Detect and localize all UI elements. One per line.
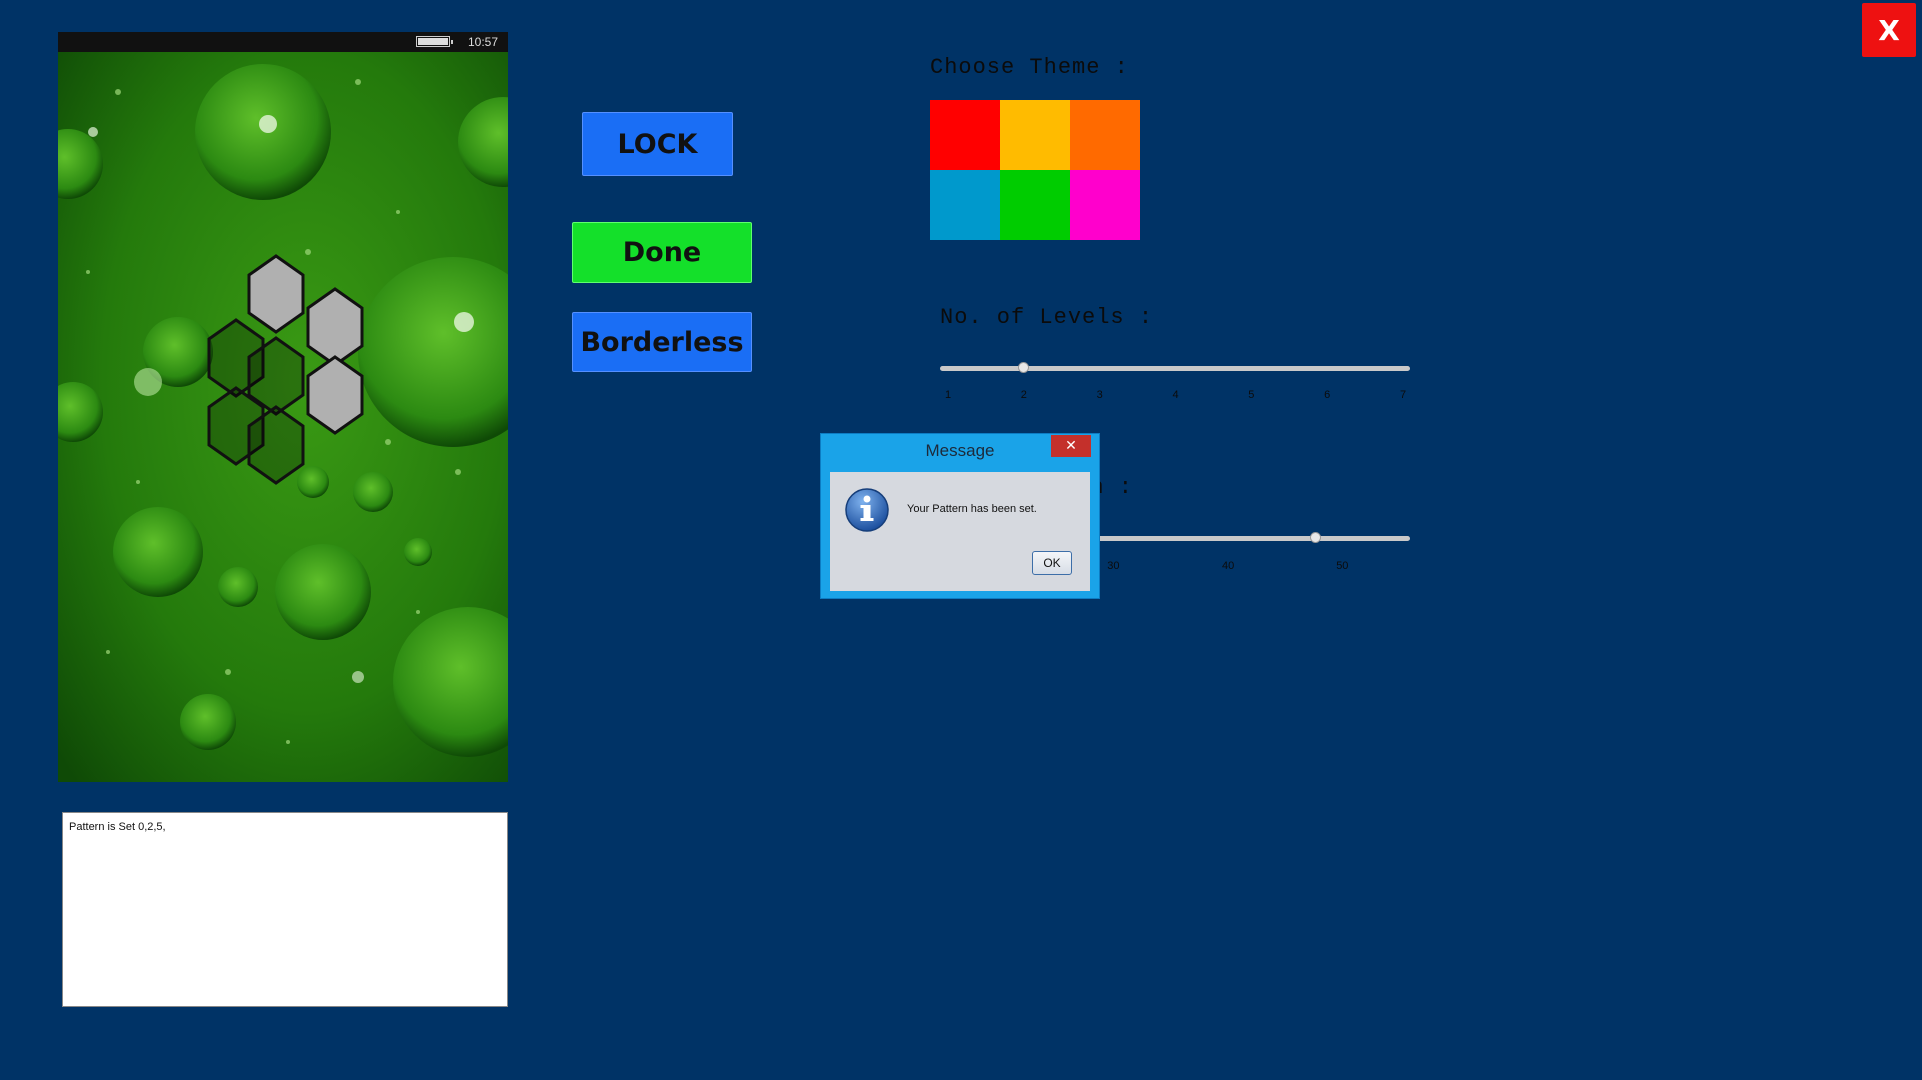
levels-slider-thumb[interactable]: [1017, 362, 1029, 373]
dialog-message: Your Pattern has been set.: [907, 503, 1037, 515]
levels-tick: 3: [1096, 389, 1103, 401]
theme-swatches: [930, 100, 1140, 240]
length-tick: 30: [1107, 560, 1120, 572]
dialog-ok-button[interactable]: OK: [1032, 551, 1072, 575]
levels-tick: 6: [1324, 389, 1331, 401]
pattern-log-textarea[interactable]: Pattern is Set 0,2,5,: [62, 812, 508, 1007]
dialog-body: Your Pattern has been set. OK: [830, 472, 1090, 591]
theme-swatch-red[interactable]: [930, 100, 1000, 170]
levels-slider-track: [940, 366, 1410, 371]
theme-swatch-blue[interactable]: [930, 170, 1000, 240]
done-button[interactable]: Done: [572, 222, 752, 283]
levels-slider[interactable]: [940, 354, 1410, 384]
levels-tick: 5: [1248, 389, 1255, 401]
theme-swatch-green[interactable]: [1000, 170, 1070, 240]
levels-heading: No. of Levels :: [940, 305, 1154, 330]
status-bar: 10:57: [58, 32, 508, 52]
levels-tick: 4: [1172, 389, 1179, 401]
theme-swatch-amber[interactable]: [1000, 100, 1070, 170]
length-slider-thumb[interactable]: [1310, 532, 1321, 543]
status-time: 10:57: [467, 35, 498, 49]
dialog-close-button[interactable]: ✕: [1051, 435, 1091, 457]
window-close-button[interactable]: X: [1862, 3, 1916, 57]
phone-preview: 10:57: [58, 32, 508, 782]
borderless-button[interactable]: Borderless: [572, 312, 752, 372]
lock-screen[interactable]: [58, 52, 508, 782]
length-tick: 50: [1336, 560, 1349, 572]
theme-heading: Choose Theme :: [930, 55, 1129, 80]
lock-button[interactable]: LOCK: [582, 112, 733, 176]
theme-swatch-orange[interactable]: [1070, 100, 1140, 170]
length-tick: 40: [1221, 560, 1235, 572]
battery-icon: [416, 36, 453, 47]
levels-tick: 7: [1399, 389, 1407, 401]
levels-tick: 2: [1020, 389, 1027, 401]
message-dialog: Message ✕ Your Pattern has been set. OK: [820, 433, 1100, 599]
theme-swatch-magenta[interactable]: [1070, 170, 1140, 240]
levels-ticks: 1 2 3 4 5 6 7: [944, 389, 1407, 403]
levels-tick: 1: [944, 389, 952, 401]
info-icon: [845, 488, 889, 532]
